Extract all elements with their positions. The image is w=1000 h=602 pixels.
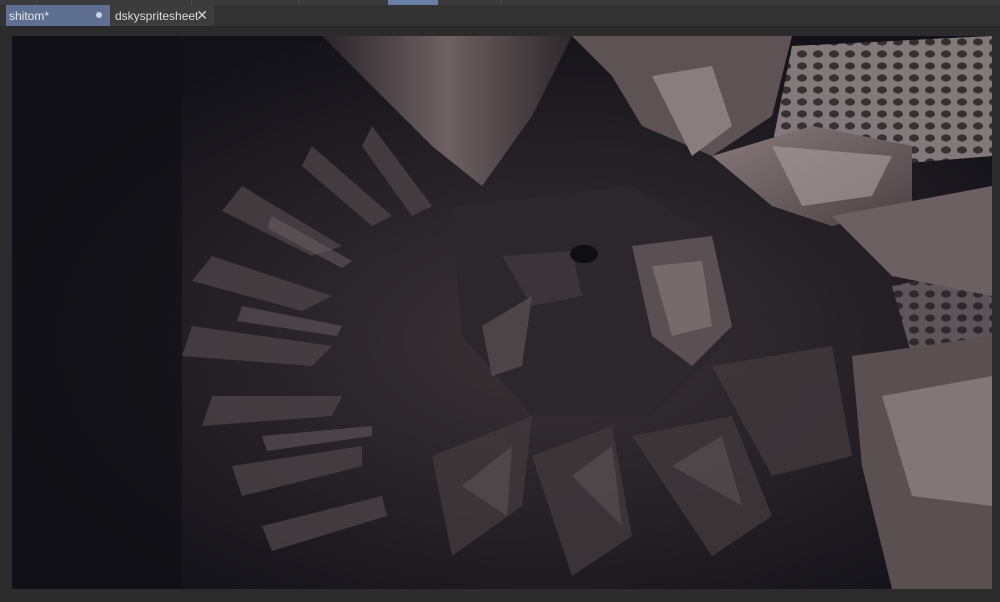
drawing-canvas[interactable] [12,36,992,589]
tab-dskyspritesheet[interactable]: dskyspritesheet ✕ [110,5,214,26]
close-icon[interactable]: ✕ [196,7,208,23]
modified-dot-icon[interactable] [96,12,102,18]
document-tab-bar: shitom* dskyspritesheet ✕ [0,5,1000,27]
tab-label: dskyspritesheet [115,8,199,23]
painting-artwork [12,36,992,589]
tab-shitom[interactable]: shitom* [6,5,110,26]
tab-label: shitom* [9,8,50,23]
